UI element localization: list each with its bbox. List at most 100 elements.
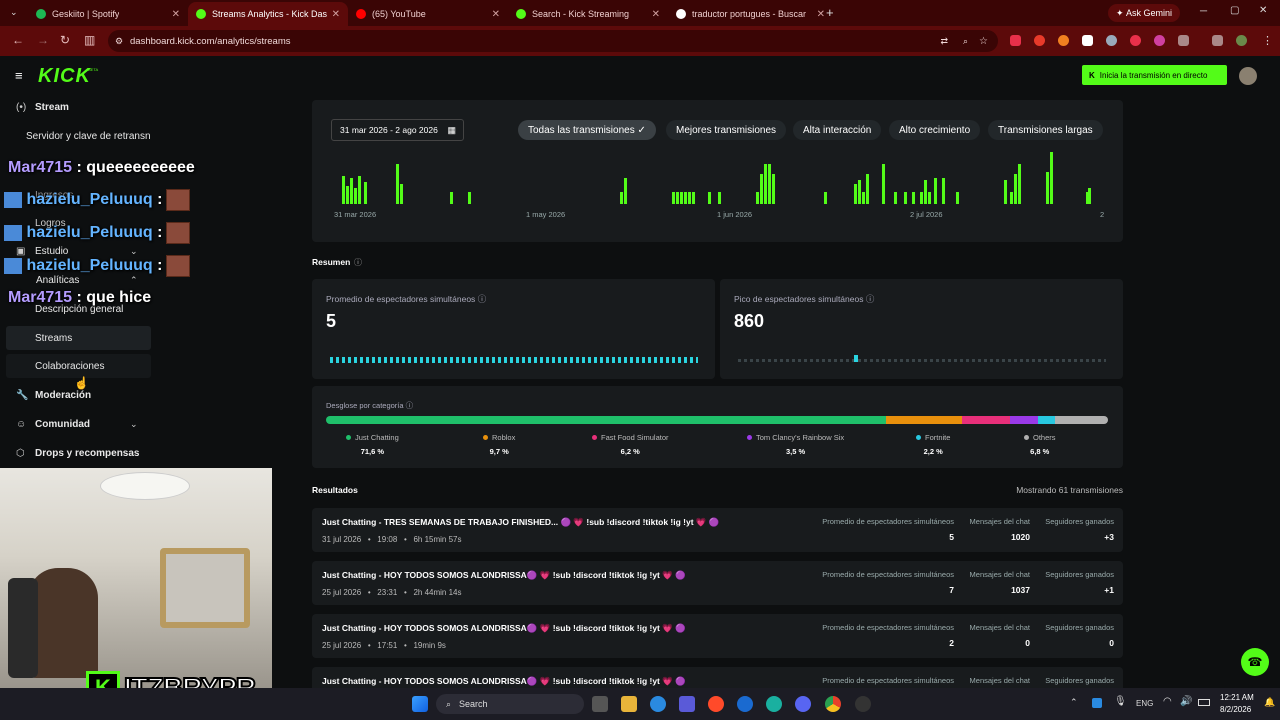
close-tab-icon[interactable]: ✕ bbox=[652, 9, 660, 20]
minimize-icon[interactable]: ─ bbox=[1200, 6, 1207, 17]
volume-icon[interactable]: 🔊 bbox=[1180, 696, 1192, 707]
extension-icon[interactable] bbox=[1106, 35, 1117, 46]
close-tab-icon[interactable]: ✕ bbox=[332, 9, 340, 20]
timeline-stream-bar[interactable] bbox=[680, 192, 683, 204]
timeline-stream-bar[interactable] bbox=[708, 192, 711, 204]
category-stacked-bar[interactable] bbox=[326, 416, 1108, 424]
timeline-stream-bar[interactable] bbox=[882, 164, 885, 204]
clock-time[interactable]: 12:21 AM bbox=[1220, 693, 1254, 702]
chip-all-streams[interactable]: Todas las transmisiones ✓ bbox=[518, 120, 656, 140]
sidebar-item-streams[interactable]: Streams bbox=[35, 333, 72, 344]
chrome-icon[interactable] bbox=[825, 696, 841, 712]
timeline-stream-bar[interactable] bbox=[768, 164, 771, 204]
bookmark-star-icon[interactable]: ☆ bbox=[979, 36, 988, 47]
timeline-stream-bar[interactable] bbox=[760, 174, 763, 204]
close-tab-icon[interactable]: ✕ bbox=[817, 9, 825, 20]
translate-icon[interactable]: ⇄ bbox=[940, 36, 948, 47]
extension-icon[interactable] bbox=[1058, 35, 1069, 46]
timeline-stream-bar[interactable] bbox=[354, 188, 357, 204]
tray-icon[interactable] bbox=[1092, 698, 1102, 708]
reading-list-icon[interactable] bbox=[1212, 35, 1223, 46]
app-icon[interactable] bbox=[708, 696, 724, 712]
chip-high-interaction[interactable]: Alta interacción bbox=[793, 120, 882, 140]
go-live-button[interactable]: K Inicia la transmisión en directo bbox=[1082, 65, 1227, 85]
windows-start-icon[interactable] bbox=[412, 696, 428, 712]
teams-icon[interactable] bbox=[679, 696, 695, 712]
new-tab-button[interactable]: + bbox=[826, 5, 834, 20]
app-icon[interactable] bbox=[855, 696, 871, 712]
clock-date[interactable]: 8/2/2026 bbox=[1220, 705, 1251, 714]
info-icon[interactable]: ⓘ bbox=[406, 401, 414, 410]
category-segment[interactable] bbox=[326, 416, 886, 424]
chat-support-button[interactable]: ☎ bbox=[1241, 648, 1269, 676]
edge-icon[interactable] bbox=[766, 696, 782, 712]
timeline-stream-bar[interactable] bbox=[1046, 172, 1049, 204]
timeline-stream-bar[interactable] bbox=[364, 182, 367, 204]
timeline-stream-bar[interactable] bbox=[620, 192, 623, 204]
browser-tab[interactable]: Geskiito | Spotify ✕ bbox=[28, 2, 188, 26]
timeline-stream-bar[interactable] bbox=[346, 186, 349, 204]
timeline-stream-bar[interactable] bbox=[1050, 152, 1053, 204]
microphone-icon[interactable]: 🎙 bbox=[1114, 696, 1127, 707]
info-icon[interactable]: ⓘ bbox=[866, 294, 875, 304]
timeline-stream-bar[interactable] bbox=[692, 192, 695, 204]
timeline-stream-bar[interactable] bbox=[358, 176, 361, 204]
chip-high-growth[interactable]: Alto crecimiento bbox=[889, 120, 981, 140]
timeline-stream-bar[interactable] bbox=[824, 192, 827, 204]
user-avatar[interactable] bbox=[1239, 67, 1257, 85]
timeline-stream-bar[interactable] bbox=[400, 184, 403, 204]
wifi-icon[interactable]: ◠ bbox=[1163, 696, 1172, 707]
timeline-stream-bar[interactable] bbox=[854, 184, 857, 204]
chevron-down-icon[interactable]: ⌄ bbox=[130, 419, 138, 430]
timeline-stream-bar[interactable] bbox=[920, 192, 923, 204]
profile-avatar[interactable] bbox=[1236, 35, 1247, 46]
extension-icon[interactable] bbox=[1010, 35, 1021, 46]
category-segment[interactable] bbox=[1037, 416, 1055, 424]
sidebar-item-comunidad[interactable]: Comunidad bbox=[35, 419, 90, 430]
date-range-picker[interactable]: 31 mar 2026 - 2 ago 2026 ▦ bbox=[331, 119, 464, 141]
extension-icon[interactable] bbox=[1082, 35, 1093, 46]
timeline-stream-bar[interactable] bbox=[468, 192, 471, 204]
hp-icon[interactable] bbox=[737, 696, 753, 712]
site-info-icon[interactable]: ⚙ bbox=[115, 36, 123, 47]
timeline-stream-bar[interactable] bbox=[684, 192, 687, 204]
timeline-stream-bar[interactable] bbox=[904, 192, 907, 204]
kick-logo[interactable]: KICK bbox=[38, 65, 91, 88]
timeline-stream-bar[interactable] bbox=[772, 174, 775, 204]
close-tab-icon[interactable]: ✕ bbox=[172, 9, 180, 20]
sidebar-item-colaboraciones[interactable]: Colaboraciones bbox=[35, 361, 105, 372]
maximize-icon[interactable]: ▢ bbox=[1230, 5, 1239, 16]
stream-timeline-chart[interactable] bbox=[330, 148, 1110, 206]
sidebar-toggle-icon[interactable]: ▥ bbox=[84, 33, 95, 47]
timeline-stream-bar[interactable] bbox=[396, 164, 399, 204]
timeline-stream-bar[interactable] bbox=[1010, 192, 1013, 204]
timeline-stream-bar[interactable] bbox=[1018, 164, 1021, 204]
timeline-stream-bar[interactable] bbox=[624, 178, 627, 204]
timeline-stream-bar[interactable] bbox=[956, 192, 959, 204]
info-icon[interactable]: ⓘ bbox=[354, 257, 362, 268]
category-segment[interactable] bbox=[885, 416, 962, 424]
url-field[interactable]: ⚙ dashboard.kick.com/analytics/streams ⇄… bbox=[108, 30, 998, 52]
category-segment[interactable] bbox=[1010, 416, 1038, 424]
language-indicator[interactable]: ENG bbox=[1136, 699, 1153, 708]
reload-icon[interactable]: ↻ bbox=[60, 33, 70, 47]
timeline-stream-bar[interactable] bbox=[1014, 174, 1017, 204]
extensions-puzzle-icon[interactable] bbox=[1178, 35, 1189, 46]
browser-tab[interactable]: (65) YouTube ✕ bbox=[348, 2, 508, 26]
close-tab-icon[interactable]: ✕ bbox=[492, 9, 500, 20]
taskbar-search[interactable]: ⌕ Search bbox=[436, 694, 584, 714]
forward-icon[interactable]: → bbox=[37, 33, 49, 47]
timeline-stream-bar[interactable] bbox=[866, 174, 869, 204]
discord-icon[interactable] bbox=[795, 696, 811, 712]
hamburger-menu-icon[interactable]: ≡ bbox=[15, 68, 23, 83]
timeline-stream-bar[interactable] bbox=[894, 192, 897, 204]
timeline-stream-bar[interactable] bbox=[862, 192, 865, 204]
close-window-icon[interactable]: ✕ bbox=[1259, 5, 1267, 16]
browser-tab[interactable]: traductor portugues - Buscar co ✕ bbox=[668, 2, 833, 26]
timeline-stream-bar[interactable] bbox=[672, 192, 675, 204]
category-segment[interactable] bbox=[1054, 416, 1108, 424]
timeline-stream-bar[interactable] bbox=[764, 164, 767, 204]
timeline-stream-bar[interactable] bbox=[350, 178, 353, 204]
timeline-stream-bar[interactable] bbox=[942, 178, 945, 204]
chip-long-streams[interactable]: Transmisiones largas bbox=[988, 120, 1103, 140]
